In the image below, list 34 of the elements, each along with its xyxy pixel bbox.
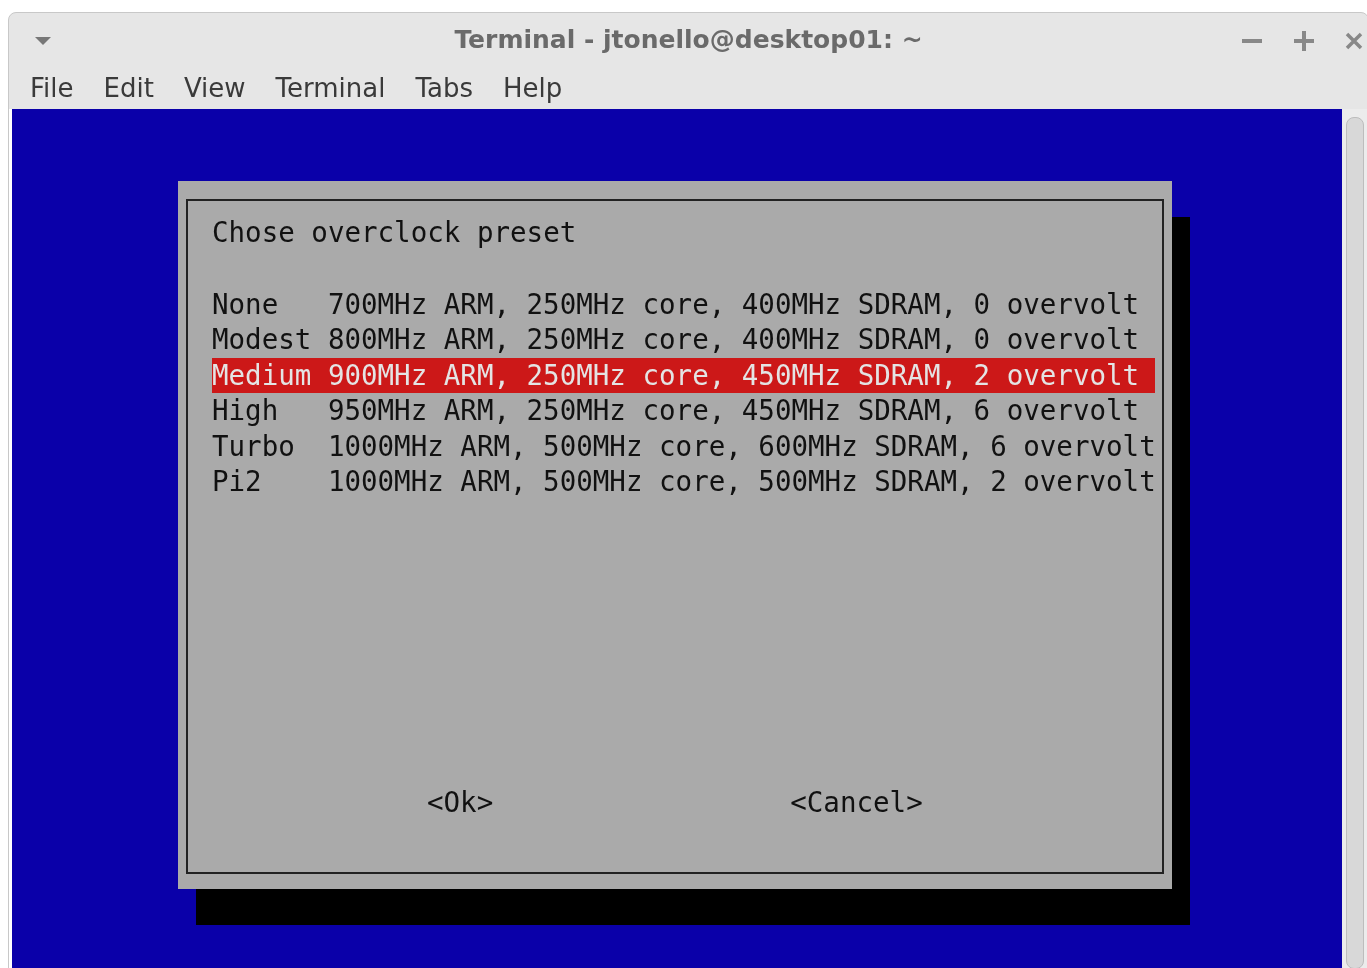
preset-spec: 700MHz ARM, 250MHz core, 400MHz SDRAM, 0 overvolt	[327, 286, 1140, 322]
scrollbar[interactable]	[1342, 109, 1367, 968]
preset-name: Pi2	[212, 464, 263, 499]
dialog-title: Chose overclock preset	[212, 215, 578, 250]
preset-spec: 1000MHz ARM, 500MHz core, 500MHz SDRAM, 2 overvolt	[327, 464, 1156, 499]
preset-name: None	[212, 286, 280, 322]
preset-name: Modest	[212, 322, 313, 357]
preset-spec: 950MHz ARM, 250MHz core, 450MHz SDRAM, 6 overvolt	[327, 393, 1140, 428]
scrollbar-thumb[interactable]	[1346, 117, 1364, 968]
dialog-button[interactable]: <Ok>	[427, 784, 494, 820]
preset-option[interactable]: High 950MHz ARM, 250MHz core, 450MHz SDRAM, 6 overvolt	[212, 393, 1155, 429]
preset-name: Turbo	[212, 428, 296, 464]
preset-option[interactable]: Turbo 1000MHz ARM, 500MHz core, 600MHz SDRAM, 6 overvolt	[212, 428, 1155, 464]
menu-item[interactable]: File	[21, 72, 83, 103]
preset-option[interactable]: None 700MHz ARM, 250MHz core, 400MHz SDRAM, 0 overvolt	[212, 286, 1155, 322]
minimize-icon	[1242, 39, 1262, 43]
menu-item[interactable]: Tabs	[406, 72, 483, 103]
menu-item[interactable]: View	[174, 72, 255, 103]
preset-option[interactable]: Pi2 1000MHz ARM, 500MHz core, 500MHz SDRAM, 2 overvolt	[212, 464, 1155, 500]
caret-down-icon	[33, 35, 53, 47]
plus-icon	[1294, 31, 1314, 51]
preset-option[interactable]: Medium 900MHz ARM, 250MHz core, 450MHz SDRAM, 2 overvolt	[212, 357, 1155, 393]
menu-item[interactable]: Terminal	[266, 72, 395, 103]
preset-name: Medium	[212, 357, 313, 393]
close-icon	[1344, 31, 1364, 51]
preset-name: High	[212, 393, 280, 428]
menu-item[interactable]: Help	[494, 72, 572, 103]
preset-option[interactable]: Modest 800MHz ARM, 250MHz core, 400MHz SDRAM, 0 overvolt	[212, 322, 1155, 358]
preset-spec: 800MHz ARM, 250MHz core, 400MHz SDRAM, 0 overvolt	[327, 322, 1140, 357]
window-title: Terminal - jtonello@desktop01: ~	[454, 25, 923, 55]
dialog-button[interactable]: <Cancel>	[790, 784, 923, 820]
preset-spec: 900MHz ARM, 250MHz core, 450MHz SDRAM, 2 overvolt	[327, 357, 1140, 393]
preset-spec: 1000MHz ARM, 500MHz core, 600MHz SDRAM, 6 overvolt	[327, 428, 1156, 464]
menu-item[interactable]: Edit	[94, 72, 163, 103]
